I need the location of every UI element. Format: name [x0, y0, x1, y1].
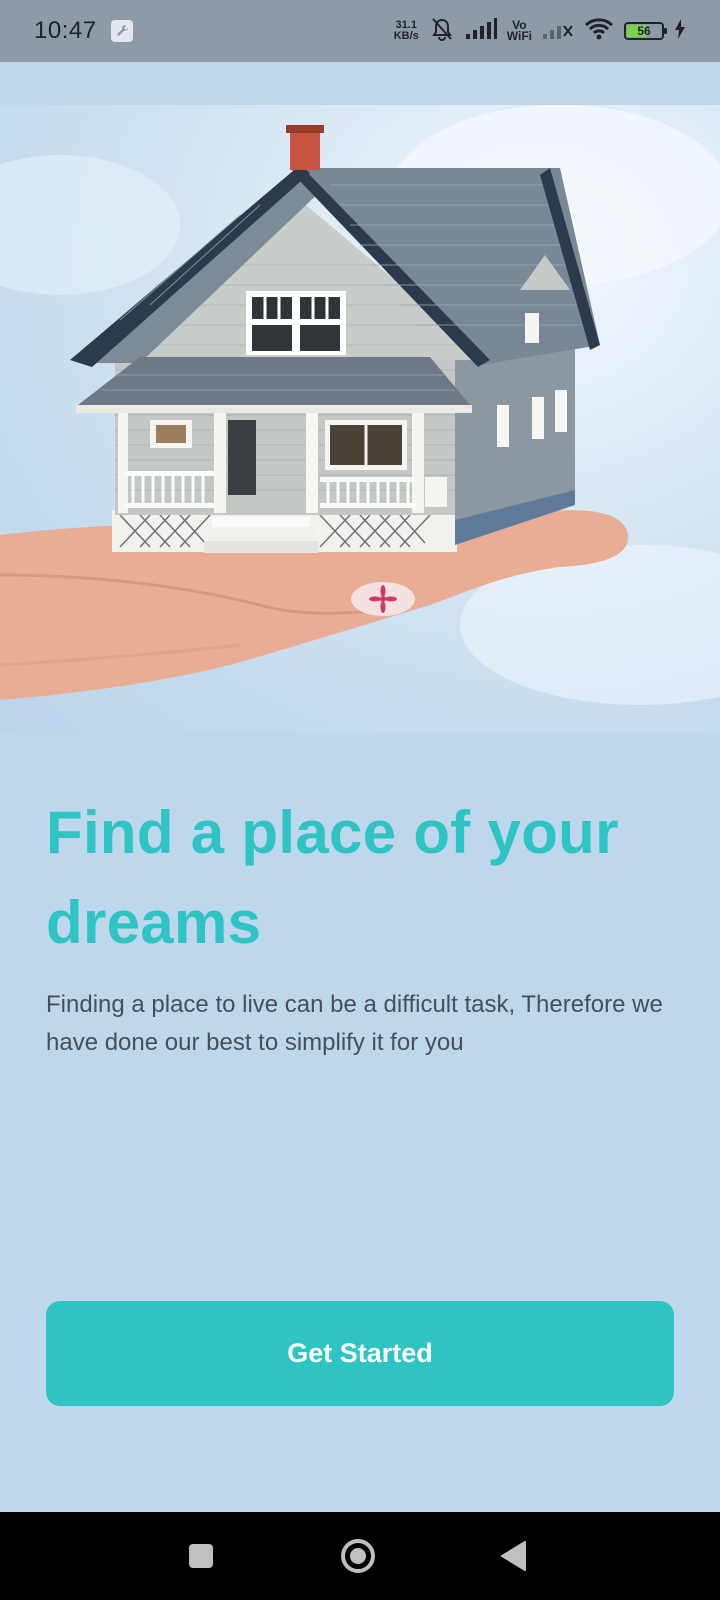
- home-button[interactable]: [318, 1512, 398, 1600]
- home-icon: [341, 1539, 375, 1573]
- net-speed: 31.1 KB/s: [394, 20, 419, 42]
- hero-image: [0, 105, 720, 732]
- status-left: 10:47: [34, 17, 133, 45]
- get-started-button[interactable]: Get Started: [46, 1301, 674, 1406]
- navigation-bar: [0, 1512, 720, 1600]
- status-time: 10:47: [34, 17, 97, 44]
- battery-level: 56: [637, 24, 651, 38]
- net-speed-unit: KB/s: [393, 30, 419, 42]
- charging-icon: [674, 18, 686, 44]
- battery-icon: 56: [624, 22, 667, 40]
- back-button[interactable]: [473, 1512, 553, 1600]
- recents-button[interactable]: [161, 1512, 241, 1600]
- house-on-hand-illustration: [0, 105, 720, 705]
- signal-icon: [465, 17, 497, 45]
- wifi-icon: [584, 17, 614, 46]
- vowifi-icon: Vo WiFi: [506, 19, 532, 43]
- wrench-icon: [110, 20, 133, 42]
- status-right: 31.1 KB/s Vo WiFi 56: [394, 16, 686, 47]
- recents-icon: [189, 1544, 213, 1568]
- back-icon: [501, 1541, 526, 1571]
- status-bar: 10:47 31.1 KB/s Vo WiFi 56: [0, 0, 720, 62]
- vowifi-bottom: WiFi: [506, 29, 532, 43]
- signal-off-icon: [542, 18, 574, 45]
- onboarding-title: Find a place of your dreams: [46, 799, 619, 956]
- onboarding-description: Finding a place to live can be a difficu…: [46, 991, 663, 1056]
- bell-off-icon: [429, 16, 455, 47]
